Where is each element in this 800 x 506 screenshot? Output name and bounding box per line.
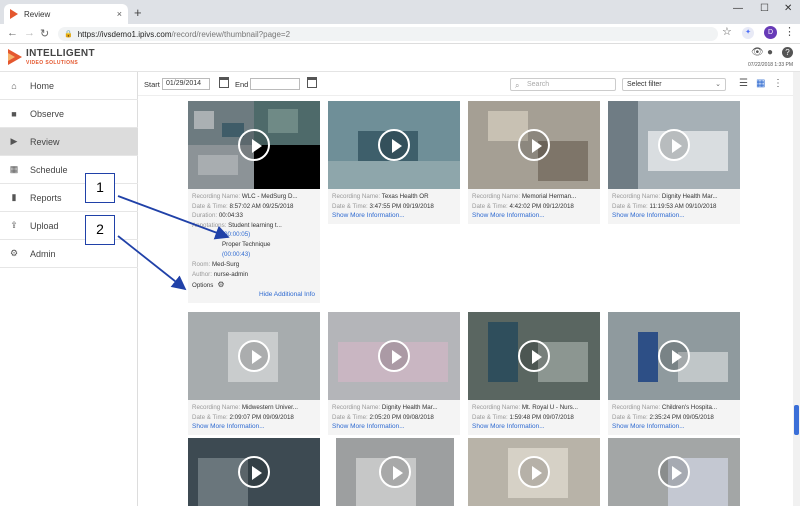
callout-2-arrow (117, 235, 187, 291)
callout-arrows (117, 195, 230, 291)
page-scrollbar[interactable] (793, 72, 800, 506)
app-root: Review × + — ☐ ✕ ← → ↻ 🔒 https://ivsdemo… (0, 0, 800, 506)
scrollbar-thumb[interactable] (794, 405, 799, 435)
callout-1: 1 (85, 173, 115, 203)
callout-2: 2 (85, 215, 115, 245)
callout-1-arrow (117, 195, 230, 240)
